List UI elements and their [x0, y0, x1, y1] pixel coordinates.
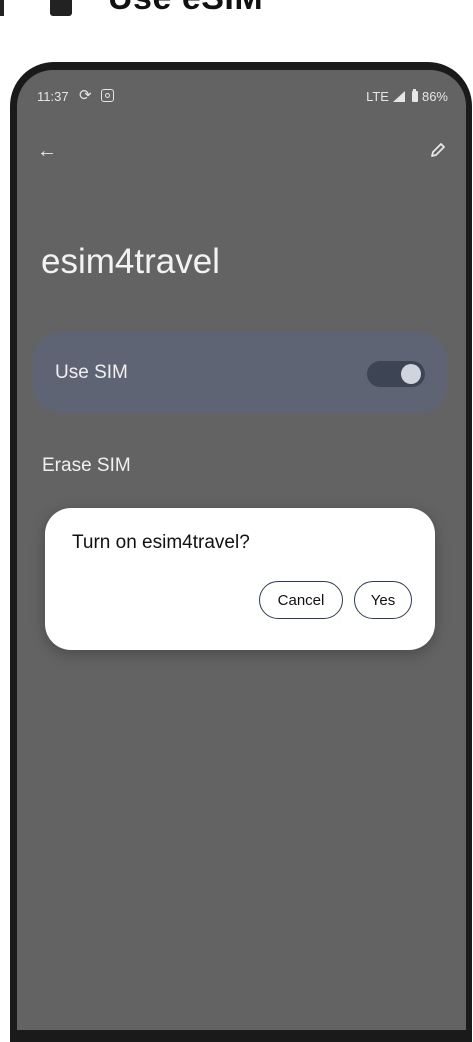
use-sim-label: Use SIM	[55, 362, 128, 383]
pencil-icon[interactable]	[428, 140, 448, 160]
phone-icon	[50, 0, 72, 16]
status-time: 11:37	[37, 89, 69, 104]
use-sim-toggle[interactable]	[367, 361, 425, 387]
battery-percent: 86%	[421, 89, 448, 104]
tutorial-heading: Use eSIM	[0, 0, 473, 18]
toggle-knob	[401, 364, 421, 384]
heading-bar	[0, 0, 4, 16]
cancel-button[interactable]: Cancel	[259, 581, 343, 619]
yes-button[interactable]: Yes	[354, 581, 412, 619]
erase-sim-item[interactable]: Erase SIM	[42, 455, 131, 477]
status-bar: 11:37 ⟳ LTE 86%	[17, 70, 466, 120]
use-sim-row[interactable]: Use SIM	[33, 332, 447, 414]
instagram-icon	[101, 89, 114, 102]
page-title: esim4travel	[41, 242, 220, 281]
signal-icon	[392, 91, 405, 102]
phone-screen: 11:37 ⟳ LTE 86% ← esim4travel Use SIM Er…	[17, 70, 466, 1030]
network-label: LTE	[366, 89, 389, 104]
confirm-dialog: Turn on esim4travel? Cancel Yes	[45, 508, 435, 650]
sync-icon: ⟳	[79, 87, 92, 104]
heading-text: Use eSIM	[108, 0, 263, 18]
battery-icon	[411, 89, 418, 102]
back-arrow-icon[interactable]: ←	[37, 140, 57, 163]
dialog-title: Turn on esim4travel?	[72, 532, 250, 553]
status-right: LTE 86%	[366, 89, 448, 104]
